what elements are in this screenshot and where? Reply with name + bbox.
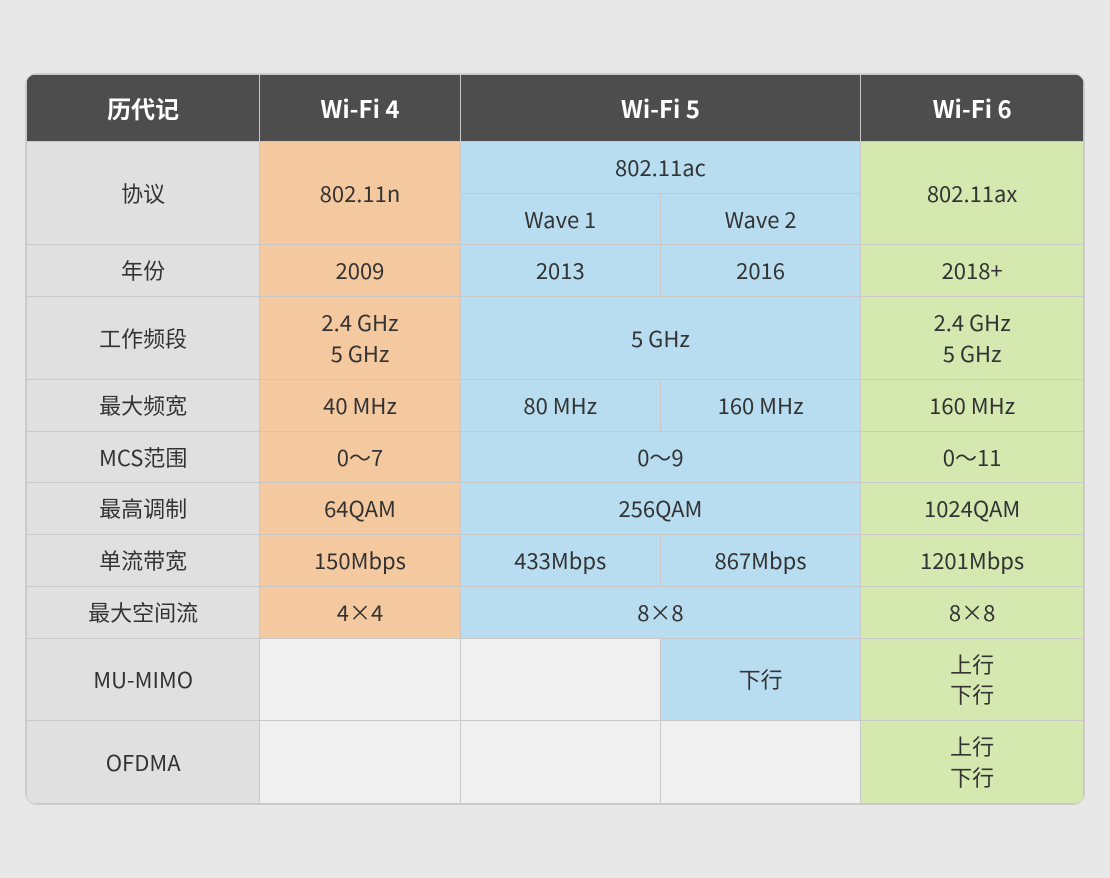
cell-wifi6-spatial: 8×8 <box>861 586 1084 638</box>
table-row-bw: 最大频宽 40 MHz 80 MHz 160 MHz 160 MHz <box>27 379 1084 431</box>
table-row-mcs: MCS范围 0～7 0～9 0～11 <box>27 431 1084 483</box>
table-row-mod: 最高调制 64QAM 256QAM 1024QAM <box>27 483 1084 535</box>
cell-wave1-year: 2013 <box>460 245 660 297</box>
cell-wifi6-stream-bw: 1201Mbps <box>861 535 1084 587</box>
cell-wifi6-protocol: 802.11ax <box>861 141 1084 245</box>
cell-wifi5-spatial: 8×8 <box>460 586 861 638</box>
row-label-stream-bw: 单流带宽 <box>27 535 260 587</box>
cell-wave2-label: Wave 2 <box>660 193 860 245</box>
cell-wave1-bw: 80 MHz <box>460 379 660 431</box>
cell-wave2-mumimo: 下行 <box>660 638 860 721</box>
table-row-year: 年份 2009 2013 2016 2018+ <box>27 245 1084 297</box>
cell-wifi5-mcs: 0～9 <box>460 431 861 483</box>
table-row-stream-bw: 单流带宽 150Mbps 433Mbps 867Mbps 1201Mbps <box>27 535 1084 587</box>
table-row-ofdma: OFDMA 上行下行 <box>27 721 1084 804</box>
cell-wifi5-mod: 256QAM <box>460 483 861 535</box>
cell-wifi6-freq: 2.4 GHz5 GHz <box>861 297 1084 380</box>
cell-wifi5-freq: 5 GHz <box>460 297 861 380</box>
row-label-spatial: 最大空间流 <box>27 586 260 638</box>
cell-wifi4-freq: 2.4 GHz5 GHz <box>260 297 460 380</box>
row-label-protocol: 协议 <box>27 141 260 245</box>
row-label-mumimo: MU-MIMO <box>27 638 260 721</box>
cell-wifi4-mcs: 0～7 <box>260 431 460 483</box>
cell-wifi4-stream-bw: 150Mbps <box>260 535 460 587</box>
cell-wave1-stream-bw: 433Mbps <box>460 535 660 587</box>
cell-wifi4-protocol: 802.11n <box>260 141 460 245</box>
cell-wifi6-mcs: 0～11 <box>861 431 1084 483</box>
row-label-freq: 工作频段 <box>27 297 260 380</box>
table-row-mumimo: MU-MIMO 下行 上行下行 <box>27 638 1084 721</box>
cell-wifi4-spatial: 4×4 <box>260 586 460 638</box>
cell-wifi4-ofdma <box>260 721 460 804</box>
row-label-mcs: MCS范围 <box>27 431 260 483</box>
header-wifi6: Wi-Fi 6 <box>861 75 1084 142</box>
table-row-spatial: 最大空间流 4×4 8×8 8×8 <box>27 586 1084 638</box>
cell-wifi4-bw: 40 MHz <box>260 379 460 431</box>
cell-wifi4-year: 2009 <box>260 245 460 297</box>
cell-wifi6-mumimo: 上行下行 <box>861 638 1084 721</box>
comparison-table: 历代记 Wi-Fi 4 Wi-Fi 5 Wi-Fi 6 协议 802.11n 8… <box>25 73 1085 805</box>
cell-wifi4-mumimo <box>260 638 460 721</box>
row-label-ofdma: OFDMA <box>27 721 260 804</box>
header-wifi4: Wi-Fi 4 <box>260 75 460 142</box>
cell-wave1-label: Wave 1 <box>460 193 660 245</box>
cell-wifi6-year: 2018+ <box>861 245 1084 297</box>
row-label-year: 年份 <box>27 245 260 297</box>
cell-wave2-stream-bw: 867Mbps <box>660 535 860 587</box>
table-row-freq: 工作频段 2.4 GHz5 GHz 5 GHz 2.4 GHz5 GHz <box>27 297 1084 380</box>
row-label-bw: 最大频宽 <box>27 379 260 431</box>
cell-wave2-year: 2016 <box>660 245 860 297</box>
cell-wave1-mumimo <box>460 638 660 721</box>
cell-wifi6-bw: 160 MHz <box>861 379 1084 431</box>
cell-wifi6-mod: 1024QAM <box>861 483 1084 535</box>
cell-wifi5-protocol-ac: 802.11ac <box>460 141 861 193</box>
row-label-mod: 最高调制 <box>27 483 260 535</box>
header-label: 历代记 <box>27 75 260 142</box>
header-wifi5: Wi-Fi 5 <box>460 75 861 142</box>
cell-wifi6-ofdma: 上行下行 <box>861 721 1084 804</box>
cell-wave1-ofdma <box>460 721 660 804</box>
cell-wifi4-mod: 64QAM <box>260 483 460 535</box>
cell-wave2-bw: 160 MHz <box>660 379 860 431</box>
cell-wave2-ofdma <box>660 721 860 804</box>
table-row: 协议 802.11n 802.11ac 802.11ax <box>27 141 1084 193</box>
